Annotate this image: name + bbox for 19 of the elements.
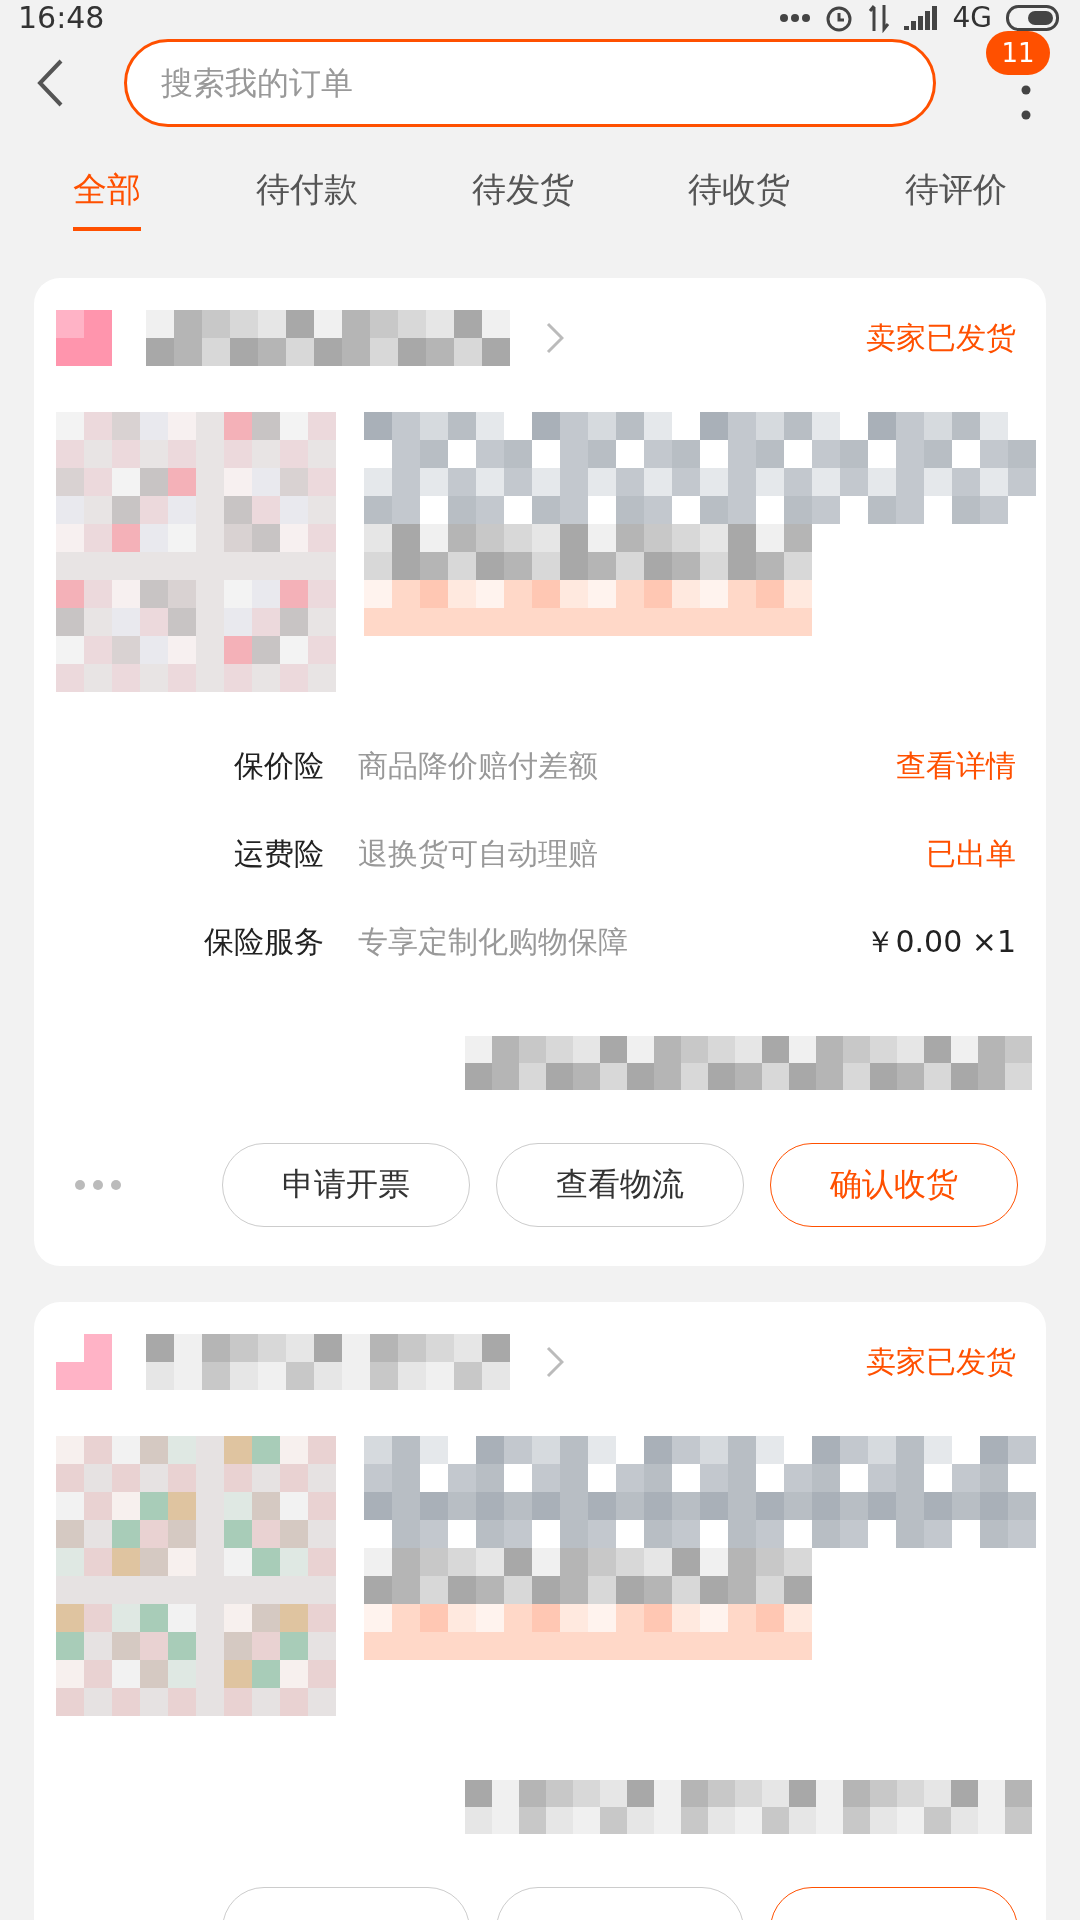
tab[interactable]: 待评价 — [904, 147, 1007, 231]
service-price: ￥0.00 ×1 — [865, 922, 1016, 961]
clock-time: 16:48 — [18, 0, 106, 35]
service-description: 退换货可自动理赔 — [358, 834, 598, 873]
service-description: 商品降价赔付差额 — [358, 746, 598, 785]
order-action-button[interactable]: 查看物流 — [496, 1143, 744, 1227]
notification-badge: 11 — [986, 31, 1050, 75]
tab[interactable]: 待发货 — [471, 147, 574, 231]
tab[interactable]: 待付款 — [255, 147, 358, 231]
service-label: 保险服务 — [203, 922, 324, 961]
service-label: 运费险 — [233, 834, 324, 873]
service-label: 保价险 — [233, 746, 324, 785]
order-action-button[interactable]: 申请开票 — [222, 1143, 470, 1227]
order-status: 卖家已发货 — [866, 318, 1016, 357]
service-description: 专享定制化购物保障 — [358, 922, 628, 961]
network-type: 4G — [952, 1, 992, 34]
tab[interactable]: 待收货 — [688, 147, 791, 231]
order-status: 卖家已发货 — [866, 1342, 1016, 1381]
search-field[interactable]: 搜索我的订单 — [124, 39, 936, 127]
